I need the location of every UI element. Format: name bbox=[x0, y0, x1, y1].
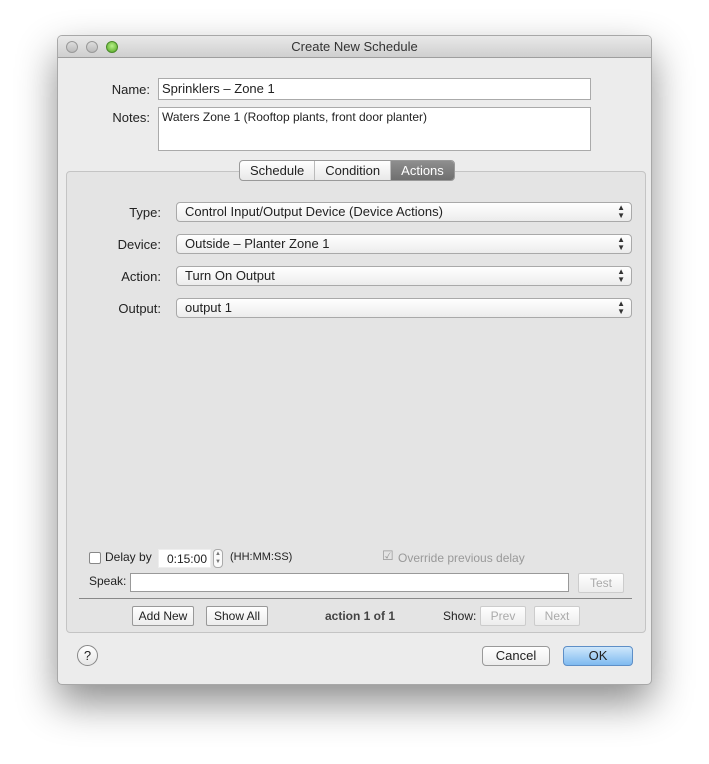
delay-checkbox[interactable] bbox=[89, 552, 101, 564]
speak-label: Speak: bbox=[89, 574, 127, 588]
type-select[interactable]: Control Input/Output Device (Device Acti… bbox=[176, 202, 632, 222]
notes-label: Notes: bbox=[112, 110, 150, 125]
show-all-button[interactable]: Show All bbox=[206, 606, 268, 626]
delay-format-hint: (HH:MM:SS) bbox=[230, 551, 293, 563]
output-value: output 1 bbox=[185, 300, 232, 315]
type-label: Type: bbox=[129, 205, 161, 220]
device-select[interactable]: Outside – Planter Zone 1 ▲ ▼ bbox=[176, 234, 632, 254]
add-new-button[interactable]: Add New bbox=[132, 606, 194, 626]
divider bbox=[79, 598, 632, 599]
updown-arrows-icon: ▲ ▼ bbox=[617, 203, 625, 220]
create-schedule-dialog: Create New Schedule Name: Sprinklers – Z… bbox=[57, 35, 652, 685]
cancel-button[interactable]: Cancel bbox=[482, 646, 550, 666]
action-select[interactable]: Turn On Output ▲ ▼ bbox=[176, 266, 632, 286]
test-button[interactable]: Test bbox=[578, 573, 624, 593]
action-value: Turn On Output bbox=[185, 268, 275, 283]
tab-condition[interactable]: Condition bbox=[315, 161, 392, 180]
speak-input[interactable] bbox=[130, 573, 569, 592]
updown-arrows-icon: ▲ ▼ bbox=[617, 299, 625, 316]
show-label: Show: bbox=[443, 609, 477, 623]
action-label: Action: bbox=[121, 269, 161, 284]
updown-arrows-icon: ▲ ▼ bbox=[617, 267, 625, 284]
actions-panel: Type: Control Input/Output Device (Devic… bbox=[66, 171, 646, 633]
tab-schedule[interactable]: Schedule bbox=[240, 161, 316, 180]
delay-time-input[interactable]: 0:15:00 bbox=[158, 549, 211, 568]
updown-arrows-icon: ▲ ▼ bbox=[617, 235, 625, 252]
ok-button[interactable]: OK bbox=[563, 646, 633, 666]
title-bar: Create New Schedule bbox=[58, 36, 651, 58]
output-label: Output: bbox=[118, 301, 161, 316]
name-input[interactable]: Sprinklers – Zone 1 bbox=[158, 78, 591, 100]
next-button[interactable]: Next bbox=[534, 606, 580, 626]
minimize-window-button[interactable] bbox=[86, 41, 98, 53]
type-value: Control Input/Output Device (Device Acti… bbox=[185, 204, 443, 219]
override-label: Override previous delay bbox=[398, 551, 525, 565]
tab-actions[interactable]: Actions bbox=[391, 161, 454, 180]
help-button[interactable]: ? bbox=[77, 645, 98, 666]
override-checkbox[interactable]: ☑ bbox=[382, 548, 394, 564]
close-window-button[interactable] bbox=[66, 41, 78, 53]
prev-button[interactable]: Prev bbox=[480, 606, 526, 626]
name-label: Name: bbox=[111, 82, 150, 97]
output-select[interactable]: output 1 ▲ ▼ bbox=[176, 298, 632, 318]
tab-bar: Schedule Condition Actions bbox=[239, 160, 455, 181]
delay-label: Delay by bbox=[105, 550, 152, 564]
window-title: Create New Schedule bbox=[291, 39, 418, 54]
notes-textarea[interactable]: Waters Zone 1 (Rooftop plants, front doo… bbox=[158, 107, 591, 151]
device-label: Device: bbox=[117, 237, 161, 252]
zoom-window-button[interactable] bbox=[106, 41, 118, 53]
device-value: Outside – Planter Zone 1 bbox=[185, 236, 330, 251]
action-counter: action 1 of 1 bbox=[325, 609, 396, 623]
delay-stepper[interactable]: ▲ ▼ bbox=[213, 549, 223, 568]
